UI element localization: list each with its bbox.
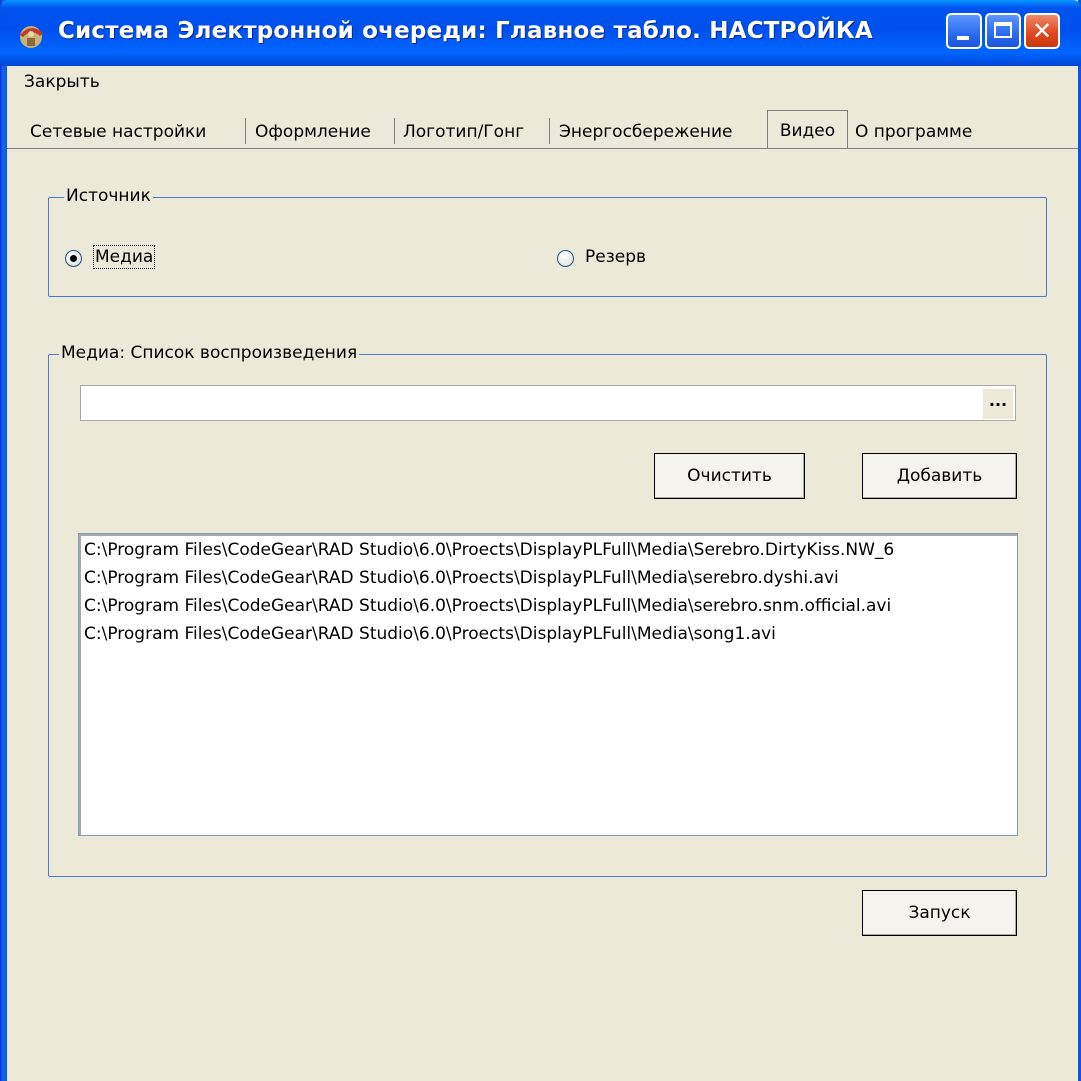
settings-window: Система Электронной очереди: Главное таб… — [0, 0, 1081, 1081]
list-item[interactable]: C:\Program Files\CodeGear\RAD Studio\6.0… — [84, 540, 894, 560]
window-title: Система Электронной очереди: Главное таб… — [58, 18, 873, 44]
window-frame-left — [0, 0, 7, 1081]
reserve-radio[interactable] — [557, 250, 574, 267]
start-button[interactable]: Запуск — [862, 890, 1017, 936]
list-item[interactable]: C:\Program Files\CodeGear\RAD Studio\6.0… — [84, 596, 891, 616]
tab-separator — [394, 118, 395, 144]
tab-video[interactable]: Видео — [767, 110, 848, 148]
tab-power-saving[interactable]: Энергосбережение — [559, 116, 733, 148]
browse-button[interactable]: ... — [983, 389, 1013, 419]
media-radio-label[interactable]: Медиа — [92, 245, 156, 269]
clear-button[interactable]: Очистить — [654, 453, 805, 499]
playlist-group-title: Медиа: Список воспроизведения — [59, 343, 360, 363]
playlist-listbox[interactable]: C:\Program Files\CodeGear\RAD Studio\6.0… — [78, 533, 1018, 836]
list-item[interactable]: C:\Program Files\CodeGear\RAD Studio\6.0… — [84, 624, 776, 644]
title-bar[interactable]: Система Электронной очереди: Главное таб… — [0, 0, 1081, 66]
minimize-icon — [957, 36, 969, 40]
add-button[interactable]: Добавить — [862, 453, 1017, 499]
tab-appearance[interactable]: Оформление — [255, 116, 371, 148]
tab-about[interactable]: О программе — [855, 116, 972, 148]
menu-item-close[interactable]: Закрыть — [24, 72, 100, 92]
list-item[interactable]: C:\Program Files\CodeGear\RAD Studio\6.0… — [84, 568, 839, 588]
media-radio[interactable] — [65, 250, 82, 267]
radio-selected-dot — [70, 255, 77, 262]
tab-strip: Сетевые настройки Оформление Логотип/Гон… — [7, 110, 1078, 149]
reserve-radio-label[interactable]: Резерв — [585, 247, 646, 267]
tab-logo-gong[interactable]: Логотип/Гонг — [403, 116, 524, 148]
playlist-path-input[interactable]: ... — [80, 385, 1016, 421]
tab-network-settings[interactable]: Сетевые настройки — [30, 116, 206, 148]
close-button[interactable]: ✕ — [1024, 13, 1060, 49]
source-group-title: Источник — [64, 186, 153, 206]
menu-bar: Закрыть — [7, 66, 1078, 102]
tab-separator — [245, 118, 246, 144]
app-icon — [20, 26, 43, 48]
minimize-button[interactable] — [946, 13, 982, 49]
close-icon: ✕ — [1031, 17, 1053, 45]
tab-separator — [549, 118, 550, 144]
maximize-icon — [994, 22, 1012, 38]
maximize-button[interactable] — [985, 13, 1021, 49]
source-group: Источник Медиа Резерв — [48, 186, 1047, 297]
